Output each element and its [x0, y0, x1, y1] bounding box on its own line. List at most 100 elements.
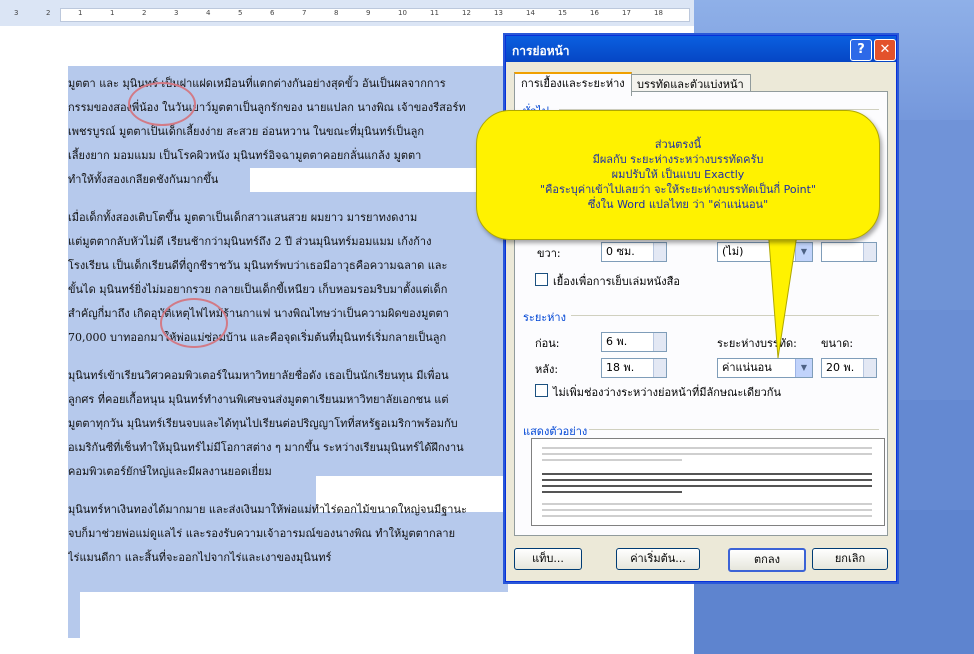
document-line: เมื่อเด็กทั้งสองเติบโตขึ้น มูตตาเป็นเด็ก…: [68, 211, 418, 224]
selection-gap: [80, 592, 508, 638]
ruler-tick-label: 13: [494, 9, 503, 17]
annotation-circle: [128, 82, 196, 126]
divider: [589, 429, 879, 430]
special-indent-select[interactable]: (ไม่) ▼: [717, 242, 813, 262]
document-line: อเมริกันซีที่เซ็นทำให้มุนินทร์ไม่มีโอกาส…: [68, 441, 464, 454]
document-line: แต่มูตตากลับหัวไม่ดี เรียนช้ากว่ามุนินทร…: [68, 235, 432, 248]
ruler-tick-label: 12: [462, 9, 471, 17]
spacing-after-field[interactable]: 18 พ.: [601, 358, 667, 378]
indent-right-value: 0 ซม.: [606, 245, 635, 258]
indent-right-field[interactable]: 0 ซม.: [601, 242, 667, 262]
document-line: ขั้นได มุนินทร์ยิ่งไม่มอยากรวย กลายเป็นเ…: [68, 283, 448, 296]
divider: [571, 315, 879, 316]
line-spacing-label: ระยะห่างบรรทัด:: [717, 337, 797, 350]
ok-button[interactable]: ตกลง: [728, 548, 806, 572]
chevron-down-icon[interactable]: ▼: [795, 243, 812, 261]
document-line: ไร่แมนดีกา และสิ้นที่จะออกไปจากไร่และเงา…: [68, 551, 332, 564]
line-spacing-value: ค่าแน่นอน: [722, 361, 772, 374]
spacing-before-label: ก่อน:: [535, 337, 560, 350]
preview-line: [542, 491, 682, 493]
mirror-indents-label: เยื้องเพื่อการเย็บเล่มหนังสือ: [553, 275, 680, 288]
ruler-tick-label: 1: [78, 9, 83, 17]
ruler-tick-label: 6: [270, 9, 275, 17]
dialog-title: การย่อหน้า: [512, 44, 570, 58]
callout-line: มีผลกับ ระยะห่างระหว่างบรรทัดครับ: [592, 153, 764, 166]
ruler-tick-label: 8: [334, 9, 339, 17]
preview-line: [542, 515, 872, 517]
ruler-tick-label: 2: [142, 9, 147, 17]
ruler-tick-label: 10: [398, 9, 407, 17]
preview-line: [542, 473, 872, 475]
indent-by-field[interactable]: [821, 242, 877, 262]
preview-line: [542, 485, 872, 487]
document-line: มูตตาทุกวัน มุนินทร์เรียนจบและได้ทุนไปเร…: [68, 417, 458, 430]
default-button[interactable]: ค่าเริ่มต้น...: [616, 548, 700, 570]
preview-line: [542, 479, 872, 481]
spacing-before-field[interactable]: 6 พ.: [601, 332, 667, 352]
tab-indents-spacing[interactable]: การเยื้องและระยะห่าง: [514, 72, 632, 96]
ruler-tick-label: 11: [430, 9, 439, 17]
preview-line: [542, 447, 872, 449]
ruler-tick-label: 16: [590, 9, 599, 17]
annotation-circle: [160, 298, 228, 348]
document-line: 70,000 บาทออกมาให้พ่อแม่ซ่อมบ้าน และคือจ…: [68, 331, 447, 344]
callout-line: ผมปรับให้ เป็นแบบ Exactly: [611, 168, 745, 181]
ruler-tick-label: 15: [558, 9, 567, 17]
preview-line: [542, 459, 682, 461]
ruler-tick-label: 18: [654, 9, 663, 17]
dialog-title-bar[interactable]: การย่อหน้า ? ✕: [506, 36, 896, 62]
ruler-tick-label: 14: [526, 9, 535, 17]
spacing-after-value: 18 พ.: [606, 361, 635, 374]
spin-icon[interactable]: [653, 243, 666, 261]
annotation-callout: ส่วนตรงนี้ มีผลกับ ระยะห่างระหว่างบรรทัด…: [476, 110, 880, 240]
horizontal-ruler[interactable]: 3 2 1 1 2 3 4 5 6 7 8 9 10 11 12 13 14 15 16 17 18: [0, 0, 694, 27]
spin-icon[interactable]: [863, 243, 876, 261]
at-field[interactable]: 20 พ.: [821, 358, 877, 378]
spin-icon[interactable]: [863, 359, 876, 377]
dont-add-space-checkbox[interactable]: [535, 384, 548, 397]
document-text[interactable]: มูตตา และ มุนินทร์ เป็นฝาแฝดเหมือนที่แตก…: [68, 72, 508, 570]
spin-icon[interactable]: [653, 333, 666, 351]
ruler-tick-label: 3: [174, 9, 179, 17]
indent-right-label: ขวา:: [537, 247, 561, 260]
at-value: 20 พ.: [826, 361, 855, 374]
spin-icon[interactable]: [653, 359, 666, 377]
document-line: ลูกศร ที่คอยเกื้อหนุน มุนินทร์ทำงานพิเศษ…: [68, 393, 449, 406]
document-line: ทำให้ทั้งสองเกลียดชังกันมากขึ้น: [68, 173, 219, 186]
ruler-tick-label: 7: [302, 9, 307, 17]
at-label: ขนาด:: [821, 337, 854, 350]
document-line: เพชรบูรณ์ มูตตาเป็นเด็กเลี้ยงง่าย สะสวย …: [68, 125, 425, 138]
preview-line: [542, 509, 872, 511]
document-line: โรงเรียน เป็นเด็กเรียนดีที่ถูกชีราชวัน ม…: [68, 259, 448, 272]
document-line: คอมพิวเตอร์ยักษ์ใหญ่และมีผลงานยอดเยี่ยม: [68, 465, 272, 478]
close-button[interactable]: ✕: [874, 39, 896, 61]
ruler-tick-label: 1: [110, 9, 115, 17]
line-spacing-select[interactable]: ค่าแน่นอน ▼: [717, 358, 813, 378]
special-indent-value: (ไม่): [722, 245, 744, 258]
mirror-indents-checkbox[interactable]: [535, 273, 548, 286]
ruler-tick-label: 17: [622, 9, 631, 17]
spacing-after-label: หลัง:: [535, 363, 559, 376]
document-line: เลี้ยงยาก มอมแมม เป็นโรคผิวหนัง มุนินทร์…: [68, 149, 422, 162]
document-line: มุนินทร์หาเงินทองได้มากมาย และส่งเงินมาใ…: [68, 503, 467, 516]
ruler-tick-label: 3: [14, 9, 19, 17]
ruler-tick-label: 9: [366, 9, 371, 17]
preview-line: [542, 453, 872, 455]
dont-add-space-label: ไม่เพิ่มช่องว่างระหว่างย่อหน้าที่มีลักษณ…: [553, 386, 781, 399]
help-button[interactable]: ?: [850, 39, 872, 61]
document-line: สำคัญกี่มาถึง เกิดอุบัติเหตุไฟไหม้ร้านกา…: [68, 307, 449, 320]
cancel-button[interactable]: ยกเลิก: [812, 548, 888, 570]
preview-line: [542, 503, 872, 505]
document-line: จบก็มาช่วยพ่อแม่ดูแลไร่ และรองรับความเจ้…: [68, 527, 456, 540]
spacing-group-label: ระยะห่าง: [523, 311, 566, 324]
ruler-tick-label: 4: [206, 9, 211, 17]
chevron-down-icon[interactable]: ▼: [795, 359, 812, 377]
callout-line: ซึ่งใน Word แปลไทย ว่า "ค่าแน่นอน": [587, 198, 769, 211]
document-line: มุนินทร์เข้าเรียนวิศวคอมพิวเตอร์ในมหาวิท…: [68, 369, 449, 382]
tabs-button[interactable]: แท็บ...: [514, 548, 582, 570]
callout-line: ส่วนตรงนี้: [654, 138, 702, 151]
preview-box: [531, 438, 885, 526]
